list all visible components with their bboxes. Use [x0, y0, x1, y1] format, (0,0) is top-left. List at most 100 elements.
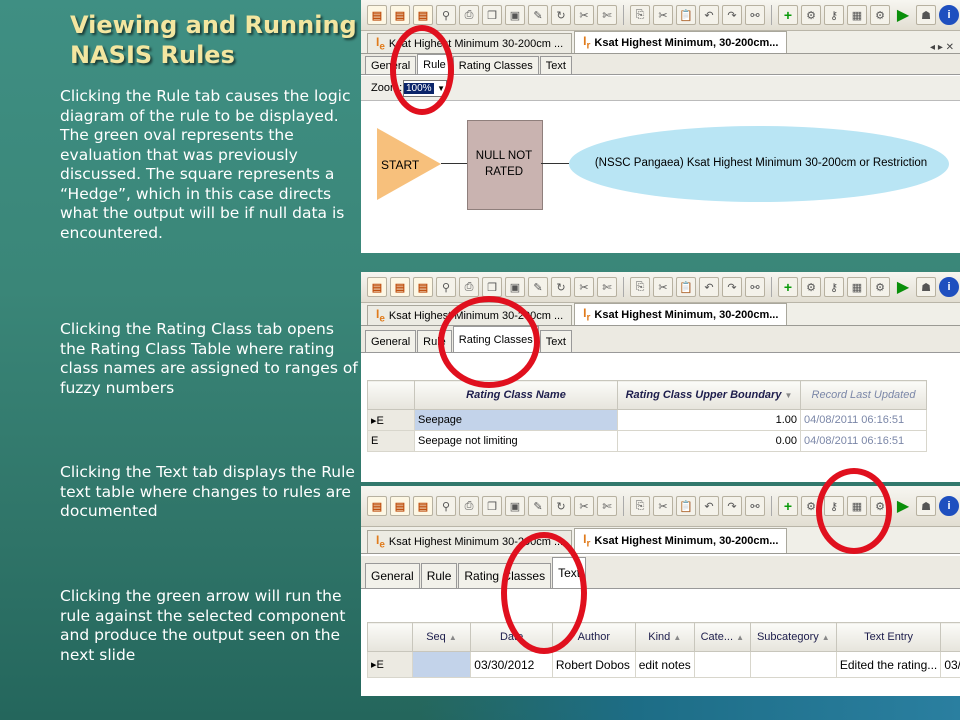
open-document-icon[interactable]: ▤: [390, 5, 410, 25]
database-icon[interactable]: ▦: [847, 5, 867, 25]
tab-rating-classes[interactable]: Rating Classes: [452, 326, 539, 352]
undo-icon[interactable]: ↶: [699, 496, 719, 516]
tab-evaluation-doc[interactable]: Ie Ksat Highest Minimum 30-200cm ...: [367, 530, 573, 553]
column-seq[interactable]: Seq ▲: [411, 622, 472, 652]
cell-subcategory[interactable]: [749, 651, 837, 678]
table-row[interactable]: ▸E 03/30/2012 Robert Dobos edit notes Ed…: [367, 651, 960, 678]
copy-icon[interactable]: ⎘: [630, 277, 650, 297]
tools-icon[interactable]: ✂: [574, 277, 594, 297]
refresh-icon[interactable]: ↻: [551, 5, 571, 25]
tools-icon[interactable]: ✂: [574, 5, 594, 25]
tab-text[interactable]: Text: [539, 56, 572, 74]
new-document-icon[interactable]: ▤: [367, 277, 387, 297]
cut-icon[interactable]: ✂: [653, 5, 673, 25]
key-icon[interactable]: ⚷: [824, 277, 844, 297]
tab-text[interactable]: Text: [539, 330, 572, 352]
print-icon[interactable]: ⎙: [459, 277, 479, 297]
cell-kind[interactable]: edit notes: [634, 651, 695, 678]
column-rating-class-upper-boundary[interactable]: Rating Class Upper Boundary ▼: [617, 380, 801, 410]
column-category[interactable]: Cate... ▲: [693, 622, 751, 652]
properties-icon[interactable]: ⚙: [801, 5, 821, 25]
copy-icon[interactable]: ⎘: [630, 496, 650, 516]
gear-icon[interactable]: ⚙: [870, 496, 890, 516]
column-subcategory[interactable]: Subcategory ▲: [749, 622, 837, 652]
run-rule-icon[interactable]: ▶: [893, 5, 913, 25]
add-icon[interactable]: +: [778, 496, 798, 516]
tab-text[interactable]: Text: [552, 557, 587, 588]
filter-icon[interactable]: ⚲: [436, 496, 456, 516]
refresh-icon[interactable]: ↻: [551, 277, 571, 297]
copy-records-icon[interactable]: ❐: [482, 496, 502, 516]
scissors-icon[interactable]: ✄: [597, 496, 617, 516]
scissors-icon[interactable]: ✄: [597, 277, 617, 297]
run-rule-icon[interactable]: ▶: [893, 277, 913, 297]
open-document-icon[interactable]: ▤: [390, 277, 410, 297]
database-icon[interactable]: ▦: [847, 496, 867, 516]
find-icon[interactable]: ⚯: [745, 277, 765, 297]
open-document-icon[interactable]: ▤: [390, 496, 410, 516]
column-author[interactable]: Author: [551, 622, 636, 652]
save-icon[interactable]: ▣: [505, 5, 525, 25]
table-row[interactable]: E Seepage not limiting 0.00 04/08/2011 0…: [367, 430, 927, 452]
help-icon[interactable]: i: [939, 496, 959, 516]
cell-category[interactable]: [693, 651, 751, 678]
find-icon[interactable]: ⚯: [745, 5, 765, 25]
properties-icon[interactable]: ⚙: [801, 277, 821, 297]
edit-icon[interactable]: ✎: [528, 277, 548, 297]
copy-records-icon[interactable]: ❐: [482, 277, 502, 297]
new-document-icon[interactable]: ▤: [367, 496, 387, 516]
tab-general[interactable]: General: [365, 56, 417, 74]
properties-icon[interactable]: ⚙: [801, 496, 821, 516]
help-icon[interactable]: i: [939, 5, 959, 25]
tab-scroll-arrows-icon[interactable]: ◂ ▸ ✕: [930, 42, 954, 53]
edit-icon[interactable]: ✎: [528, 496, 548, 516]
tab-rule-doc[interactable]: Ir Ksat Highest Minimum, 30-200cm...: [574, 303, 788, 325]
paste-icon[interactable]: 📋: [676, 277, 696, 297]
refresh-icon[interactable]: ↻: [551, 496, 571, 516]
gear-icon[interactable]: ⚙: [870, 5, 890, 25]
scissors-icon[interactable]: ✄: [597, 5, 617, 25]
tab-rule-doc[interactable]: Ir Ksat Highest Minimum, 30-200cm...: [574, 31, 788, 53]
tab-rating-classes[interactable]: Rating Classes: [458, 563, 552, 588]
copy-icon[interactable]: ⎘: [630, 5, 650, 25]
query-icon[interactable]: ▤: [413, 5, 433, 25]
undo-icon[interactable]: ↶: [699, 277, 719, 297]
paste-icon[interactable]: 📋: [676, 496, 696, 516]
tab-general[interactable]: General: [365, 330, 417, 352]
key-icon[interactable]: ⚷: [824, 5, 844, 25]
add-icon[interactable]: +: [778, 5, 798, 25]
filter-icon[interactable]: ⚲: [436, 5, 456, 25]
tab-rule[interactable]: Rule: [417, 54, 452, 74]
edit-icon[interactable]: ✎: [528, 5, 548, 25]
tab-general[interactable]: General: [365, 563, 420, 588]
gear-icon[interactable]: ⚙: [870, 277, 890, 297]
tab-rating-classes[interactable]: Rating Classes: [452, 56, 539, 74]
cell-upper-boundary[interactable]: 1.00: [617, 409, 801, 431]
wizard-icon[interactable]: ☗: [916, 277, 936, 297]
undo-icon[interactable]: ↶: [699, 5, 719, 25]
tab-evaluation-doc[interactable]: Ie Ksat Highest Minimum 30-200cm ...: [367, 305, 573, 325]
cell-date[interactable]: 03/30/2012: [470, 651, 553, 678]
redo-icon[interactable]: ↷: [722, 496, 742, 516]
cut-icon[interactable]: ✂: [653, 277, 673, 297]
wizard-icon[interactable]: ☗: [916, 496, 936, 516]
new-document-icon[interactable]: ▤: [367, 5, 387, 25]
run-rule-icon[interactable]: ▶: [893, 496, 913, 516]
tab-rule-doc[interactable]: Ir Ksat Highest Minimum, 30-200cm...: [574, 528, 788, 553]
tab-evaluation-doc[interactable]: Ie Ksat Highest Minimum 30-200cm ...: [367, 33, 573, 53]
save-icon[interactable]: ▣: [505, 496, 525, 516]
wizard-icon[interactable]: ☗: [916, 5, 936, 25]
cell-seq[interactable]: [411, 651, 472, 678]
print-icon[interactable]: ⎙: [459, 496, 479, 516]
save-icon[interactable]: ▣: [505, 277, 525, 297]
zoom-select[interactable]: 100% ▼: [403, 80, 447, 97]
cell-upper-boundary[interactable]: 0.00: [617, 430, 801, 452]
tools-icon[interactable]: ✂: [574, 496, 594, 516]
query-icon[interactable]: ▤: [413, 277, 433, 297]
tab-rule[interactable]: Rule: [417, 330, 452, 352]
column-date[interactable]: Date: [470, 622, 553, 652]
cell-text-entry[interactable]: Edited the rating...: [835, 651, 942, 678]
redo-icon[interactable]: ↷: [722, 277, 742, 297]
filter-icon[interactable]: ⚲: [436, 277, 456, 297]
cell-author[interactable]: Robert Dobos: [551, 651, 636, 678]
